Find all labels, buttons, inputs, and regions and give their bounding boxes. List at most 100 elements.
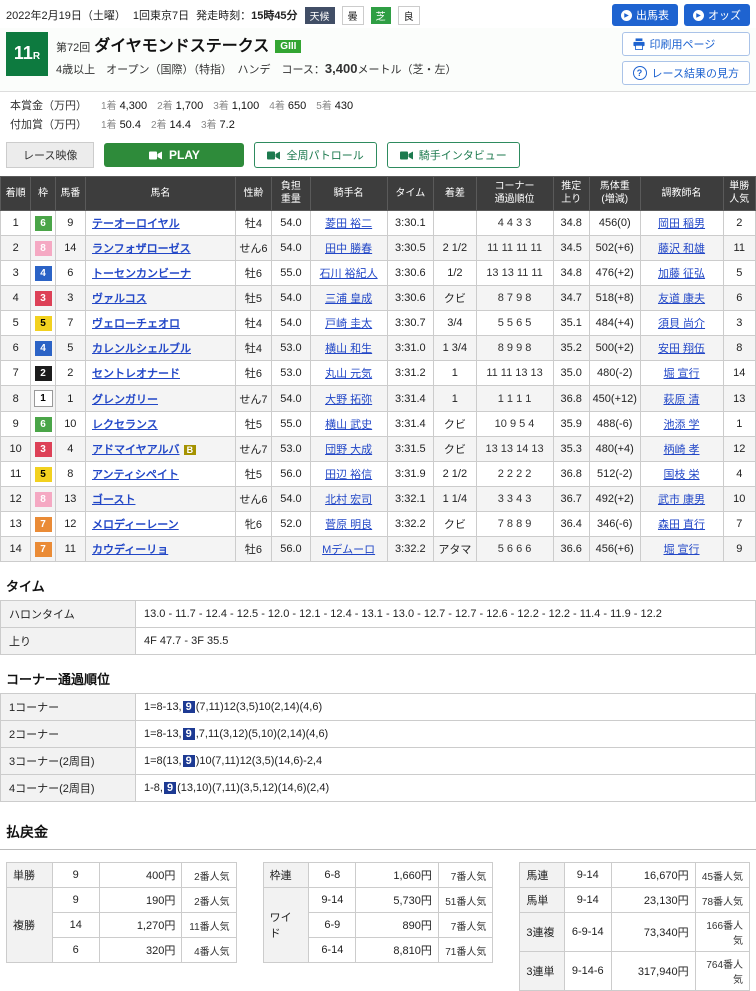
- jockey-link[interactable]: 三浦 皇成: [325, 293, 372, 305]
- jockey-link[interactable]: 横山 武史: [325, 419, 372, 431]
- results-header-cell: コーナー 通過順位: [476, 177, 553, 211]
- corner-row: 2コーナー1=8-13,9,7,11(3,12)(5,10)(2,14)(4,6…: [1, 721, 756, 748]
- payout-popularity: 2番人気: [182, 863, 236, 888]
- result-row: 1034アドマイヤアルバBせん753.0団野 大成3:31.5クビ13 13 1…: [1, 437, 756, 462]
- trainer-link[interactable]: 友道 康夫: [658, 293, 705, 305]
- horse-link[interactable]: メロディーレーン: [92, 519, 179, 531]
- time-value: 13.0 - 11.7 - 12.4 - 12.5 - 12.0 - 12.1 …: [136, 601, 756, 628]
- jockey-link[interactable]: 北村 宏司: [325, 494, 372, 506]
- jockey-interview-button[interactable]: 騎手インタビュー: [387, 142, 520, 168]
- horse-number: 12: [55, 512, 85, 537]
- trainer-link[interactable]: 森田 直行: [658, 519, 705, 531]
- horse-name-cell: メロディーレーン: [86, 512, 236, 537]
- time-row: ハロンタイム13.0 - 11.7 - 12.4 - 12.5 - 12.0 -…: [1, 601, 756, 628]
- payout-amount: 23,130円: [611, 888, 695, 913]
- results-header-cell: 騎手名: [310, 177, 387, 211]
- horse-link[interactable]: ヴァルコス: [92, 293, 147, 305]
- horse-link[interactable]: グレンガリー: [92, 394, 158, 406]
- frame-number: 8: [35, 492, 52, 507]
- corner-positions: 1 1 1 1: [476, 386, 553, 412]
- corner-label: 1コーナー: [1, 694, 136, 721]
- results-header-cell: 調教師名: [640, 177, 723, 211]
- horse-link[interactable]: カレンルシェルブル: [92, 343, 191, 355]
- race-header: 11R 第72回ダイヤモンドステークスGIII 4歳以上 オープン（国際）（特指…: [0, 28, 756, 92]
- trainer-link[interactable]: 加藤 征弘: [658, 268, 705, 280]
- win-favorite: 12: [723, 437, 755, 462]
- jockey-link[interactable]: 大野 拓弥: [325, 394, 372, 406]
- margin: 1 1/4: [434, 487, 477, 512]
- print-page-button[interactable]: 印刷用ページ: [622, 32, 750, 56]
- estimated-last-3f: 36.6: [553, 537, 589, 562]
- horse-link[interactable]: カウディーリョ: [92, 544, 168, 556]
- trainer-link[interactable]: 萩原 清: [663, 394, 699, 406]
- horse-number: 3: [55, 286, 85, 311]
- trainer-link[interactable]: 藤沢 和雄: [658, 243, 705, 255]
- jockey-cell: 三浦 皇成: [310, 286, 387, 311]
- odds-label: オッズ: [708, 7, 741, 23]
- finish-time: 3:32.1: [387, 487, 434, 512]
- estimated-last-3f: 35.0: [553, 361, 589, 386]
- horse-number: 7: [55, 311, 85, 336]
- jockey-link[interactable]: 菅原 明良: [325, 519, 372, 531]
- jockey-link[interactable]: 団野 大成: [325, 444, 372, 456]
- trainer-link[interactable]: 岡田 稲男: [658, 218, 705, 230]
- odds-button[interactable]: ▶オッズ: [684, 4, 750, 26]
- trainer-link[interactable]: 池添 学: [663, 419, 699, 431]
- result-guide-button[interactable]: ? レース結果の見方: [622, 61, 750, 85]
- payout-amount: 1,660円: [356, 863, 438, 888]
- horse-link[interactable]: ヴェローチェオロ: [92, 318, 180, 330]
- results-header-cell: 馬体重 (増減): [589, 177, 640, 211]
- prize-rank: 3着: [201, 120, 217, 131]
- main-prize-row: 本賞金（万円）1着4,3002着1,7003着1,1004着6505着430: [10, 97, 746, 116]
- entry-table-button[interactable]: ▶出馬表: [612, 4, 678, 26]
- win-favorite: 2: [723, 211, 755, 236]
- finish-position: 7: [1, 361, 31, 386]
- horse-weight: 480(-2): [589, 361, 640, 386]
- payout-amount: 73,340円: [611, 913, 695, 952]
- prize-value: 1,700: [176, 100, 204, 112]
- results-header-cell: 負担 重量: [272, 177, 310, 211]
- race-distance: 3,400: [325, 61, 358, 76]
- payout-combination: 14: [52, 913, 99, 938]
- payout-amount: 16,670円: [611, 863, 695, 888]
- jockey-link[interactable]: 田辺 裕信: [325, 469, 372, 481]
- trainer-link[interactable]: 堀 宣行: [663, 544, 699, 556]
- win-favorite: 11: [723, 236, 755, 261]
- jockey-link[interactable]: 丸山 元気: [325, 368, 372, 380]
- win-favorite: 6: [723, 286, 755, 311]
- results-header-cell: 推定 上り: [553, 177, 589, 211]
- payout-row: 3連複6-9-1473,340円166番人気: [520, 913, 750, 952]
- horse-link[interactable]: アンティシペイト: [92, 469, 179, 481]
- horse-weight: 484(+4): [589, 311, 640, 336]
- trainer-link[interactable]: 須貝 尚介: [658, 318, 705, 330]
- trainer-link[interactable]: 柄崎 孝: [663, 444, 699, 456]
- jockey-link[interactable]: 横山 和生: [325, 343, 372, 355]
- horse-number: 9: [55, 211, 85, 236]
- horse-weight: 502(+6): [589, 236, 640, 261]
- trainer-cell: 池添 学: [640, 412, 723, 437]
- play-video-button[interactable]: PLAY: [104, 143, 244, 167]
- jockey-link[interactable]: 戸崎 圭太: [325, 318, 372, 330]
- jockey-link[interactable]: 田中 勝春: [325, 243, 372, 255]
- jockey-link[interactable]: 石川 裕紀人: [320, 268, 378, 280]
- jockey-link[interactable]: 菱田 裕二: [325, 218, 372, 230]
- trainer-link[interactable]: 堀 宣行: [663, 368, 699, 380]
- horse-link[interactable]: ゴースト: [92, 494, 135, 506]
- result-row: 14711カウディーリョ牡656.0Mデムーロ3:32.2アタマ5 6 6 63…: [1, 537, 756, 562]
- trainer-link[interactable]: 安田 翔伍: [658, 343, 705, 355]
- horse-link[interactable]: セントレオナード: [92, 368, 180, 380]
- trainer-link[interactable]: 武市 康男: [658, 494, 705, 506]
- prize-rank: 2着: [157, 101, 173, 112]
- horse-link[interactable]: テーオーロイヤル: [92, 218, 180, 230]
- jockey-link[interactable]: Mデムーロ: [322, 544, 375, 556]
- horse-link[interactable]: ランフォザローゼス: [92, 243, 191, 255]
- trainer-link[interactable]: 国枝 栄: [663, 469, 699, 481]
- jockey-cell: 北村 宏司: [310, 487, 387, 512]
- horse-link[interactable]: アドマイヤアルバ: [92, 444, 180, 456]
- horse-link[interactable]: トーセンカンビーナ: [92, 268, 191, 280]
- finish-time: 3:30.7: [387, 311, 434, 336]
- win-favorite: 9: [723, 537, 755, 562]
- horse-link[interactable]: レクセランス: [92, 419, 158, 431]
- horse-name-cell: アンティシペイト: [86, 462, 236, 487]
- patrol-video-button[interactable]: 全周パトロール: [254, 142, 376, 168]
